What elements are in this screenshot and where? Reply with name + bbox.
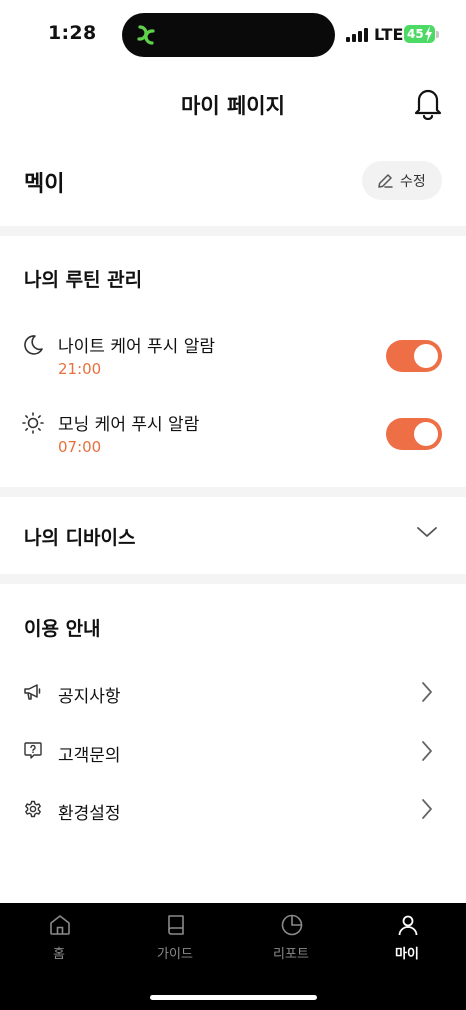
bottom-tab-bar: 홈 가이드 리포트 마이 (0, 903, 466, 1010)
moon-icon (24, 335, 43, 355)
info-section-title: 이용 안내 (24, 618, 101, 640)
notice-label: 공지사항 (58, 687, 121, 707)
profile-section: 멕이 수정 (0, 150, 466, 212)
chevron-right-icon (422, 799, 432, 819)
status-bar: 1:28 LTE 45 (0, 0, 466, 70)
morning-care-alarm-row: 모닝 케어 푸시 알람 07:00 (0, 408, 466, 468)
edit-button-label: 수정 (400, 173, 426, 189)
home-icon (50, 915, 70, 935)
edit-profile-button[interactable]: 수정 (362, 161, 442, 200)
night-care-alarm-toggle[interactable] (386, 340, 442, 372)
battery-level: 45 (407, 27, 424, 41)
section-divider (0, 574, 466, 584)
tab-home[interactable]: 홈 (1, 903, 117, 973)
routine-section-title: 나의 루틴 관리 (24, 269, 143, 291)
page-title: 마이 페이지 (181, 94, 285, 118)
settings-label: 환경설정 (58, 804, 121, 824)
header: 마이 페이지 (0, 80, 466, 126)
toggle-knob (414, 422, 438, 446)
tab-report-label: 리포트 (273, 947, 309, 962)
chevron-right-icon (422, 682, 432, 702)
tab-guide-label: 가이드 (157, 947, 193, 962)
section-divider (0, 487, 466, 497)
tab-home-label: 홈 (53, 947, 65, 962)
cellular-signal-icon (346, 28, 368, 42)
tab-report[interactable]: 리포트 (233, 903, 349, 973)
megaphone-icon (24, 684, 41, 700)
devices-section-title: 나의 디바이스 (24, 527, 136, 549)
person-icon (398, 915, 418, 936)
sun-icon (22, 412, 44, 434)
dynamic-island (122, 13, 335, 57)
bell-icon[interactable] (412, 86, 444, 120)
morning-care-alarm-time: 07:00 (58, 438, 102, 456)
customer-inquiry-list-item[interactable]: 고객문의 (0, 729, 466, 773)
home-indicator (150, 995, 317, 1000)
my-devices-row[interactable]: 나의 디바이스 (0, 497, 466, 573)
user-nickname: 멕이 (24, 172, 65, 197)
customer-inquiry-label: 고객문의 (58, 746, 121, 766)
gear-icon (25, 800, 41, 818)
chevron-right-icon (422, 741, 432, 761)
tab-my[interactable]: 마이 (349, 903, 465, 973)
network-type: LTE (374, 25, 404, 44)
night-care-alarm-row: 나이트 케어 푸시 알람 21:00 (0, 330, 466, 390)
book-icon (168, 915, 184, 935)
toggle-knob (414, 344, 438, 368)
settings-list-item[interactable]: 환경설정 (0, 787, 466, 831)
chevron-down-icon (417, 527, 437, 537)
charging-bolt-icon (425, 26, 432, 42)
question-bubble-icon (24, 742, 42, 759)
my-page-screen: 1:28 LTE 45 마이 페이지 멕이 수정 나의 루틴 관리 나이트 케어… (0, 0, 466, 1010)
tab-guide[interactable]: 가이드 (117, 903, 233, 973)
morning-care-alarm-label: 모닝 케어 푸시 알람 (58, 415, 200, 435)
status-time: 1:28 (48, 22, 97, 44)
pencil-icon (378, 174, 393, 188)
morning-care-alarm-toggle[interactable] (386, 418, 442, 450)
pie-chart-icon (281, 914, 303, 936)
tab-my-label: 마이 (395, 947, 419, 962)
night-care-alarm-time: 21:00 (58, 360, 102, 378)
section-divider (0, 226, 466, 236)
app-link-icon (137, 25, 155, 45)
battery-icon: 45 (404, 25, 435, 43)
battery-cap (436, 31, 439, 38)
notice-list-item[interactable]: 공지사항 (0, 670, 466, 714)
night-care-alarm-label: 나이트 케어 푸시 알람 (58, 337, 215, 357)
